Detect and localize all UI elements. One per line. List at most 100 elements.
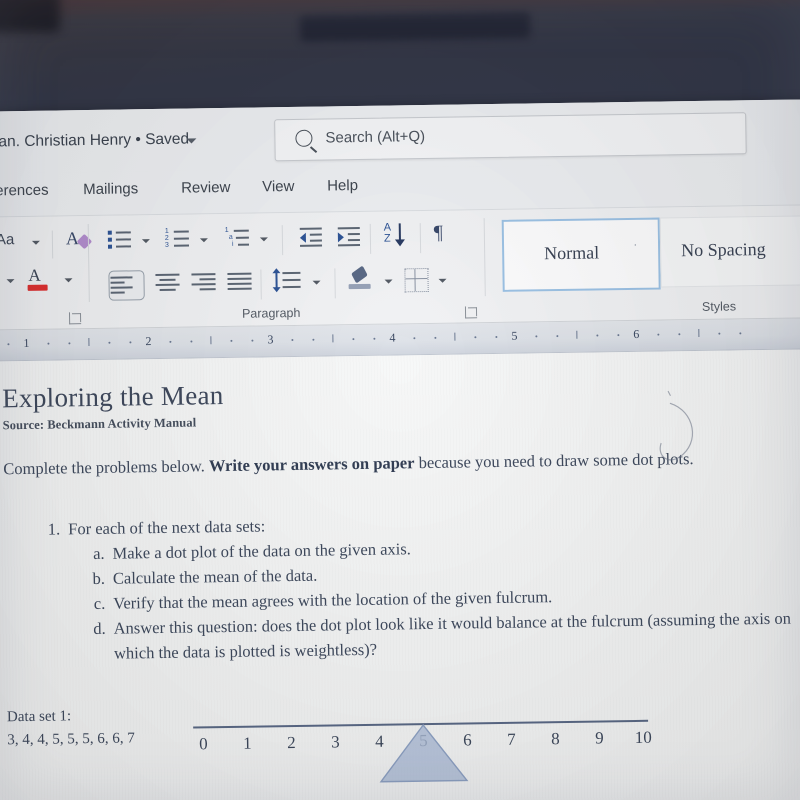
chevron-down-icon[interactable]	[186, 138, 197, 144]
intro-text-before: Complete the problems below.	[3, 456, 210, 479]
data-set-block: Data set 1: 3, 4, 4, 5, 5, 5, 6, 6, 7	[7, 704, 135, 752]
font-group-divider	[87, 224, 90, 303]
tab-mailings[interactable]: Mailings	[83, 180, 138, 198]
ruler-tick	[291, 338, 294, 342]
show-formatting-marks-icon[interactable]: ¶	[434, 222, 443, 245]
ruler-number: 3	[267, 332, 274, 347]
chevron-down-icon[interactable]	[438, 278, 447, 283]
data-set-values: 3, 4, 4, 5, 5, 5, 6, 6, 7	[7, 730, 135, 749]
ruler-tick	[373, 337, 376, 340]
list-item-text: Answer this question: does the dot plot …	[113, 608, 792, 663]
number-line-tick-label: 7	[506, 729, 516, 749]
ruler-tick	[169, 340, 172, 343]
chevron-down-icon[interactable]	[259, 237, 268, 242]
font-color-icon[interactable]: A	[27, 266, 48, 291]
data-set-label: Data set 1:	[6, 708, 72, 726]
multilevel-list-icon[interactable]: 1 a i	[225, 227, 250, 248]
number-line-tick-label: 0	[199, 734, 208, 754]
divider	[260, 269, 262, 300]
ruler-number: 4	[389, 330, 396, 345]
style-no-spacing[interactable]: No Spacing	[659, 215, 800, 288]
ruler-tick	[474, 336, 477, 339]
style-normal[interactable]: Normal ˙	[501, 217, 661, 292]
task-list: 1. For each of the next data sets: a. Ma…	[34, 506, 796, 667]
style-normal-label: Normal	[544, 242, 600, 264]
ruler-tick	[678, 333, 681, 336]
number-line-tick-label: 10	[634, 727, 652, 747]
group-label-paragraph: Paragraph	[241, 305, 301, 321]
change-case-icon[interactable]: Aa	[0, 231, 14, 249]
ruler-tick	[251, 339, 254, 342]
group-label-styles: Styles	[701, 299, 737, 314]
ruler-tick	[413, 337, 416, 340]
align-center-icon[interactable]	[154, 273, 180, 294]
document-title[interactable]: an. Christian Henry • Saved	[0, 131, 189, 152]
word-application-window: an. Christian Henry • Saved Search (Alt+…	[0, 98, 800, 800]
divider	[281, 225, 284, 256]
clear-formatting-icon[interactable]: A	[66, 228, 93, 250]
chevron-down-icon[interactable]	[31, 240, 40, 245]
ruler-tick	[352, 338, 355, 341]
bullets-icon[interactable]	[107, 229, 132, 249]
chevron-down-icon[interactable]	[6, 279, 15, 284]
list-item-marker: c.	[93, 593, 106, 613]
tab-view[interactable]: View	[262, 178, 294, 195]
document-source: Source: Beckmann Activity Manual	[2, 415, 197, 433]
justify-icon[interactable]	[226, 272, 252, 293]
paragraph-dialog-launcher[interactable]	[464, 306, 478, 319]
ruler-number: 5	[511, 328, 518, 343]
shading-icon[interactable]	[348, 265, 374, 294]
ruler-tick	[739, 332, 742, 335]
intro-paragraph: Complete the problems below. Write your …	[3, 445, 793, 482]
borders-icon[interactable]	[404, 267, 429, 293]
increase-indent-icon[interactable]	[337, 226, 362, 247]
line-spacing-icon[interactable]	[272, 268, 302, 294]
ribbon: A Aa A A	[0, 204, 800, 331]
number-line-tick-label: 9	[594, 728, 604, 748]
number-line-tick-label: 3	[330, 732, 340, 752]
decrease-indent-icon[interactable]	[299, 227, 324, 248]
font-dialog-launcher[interactable]	[68, 312, 82, 325]
number-line-figure: 012345678910	[193, 719, 664, 800]
list-item-marker: 1.	[47, 519, 61, 539]
number-line-tick-label: 1	[243, 733, 252, 753]
page-title: Exploring the Mean	[2, 380, 224, 414]
ruler-tick	[47, 342, 50, 345]
search-box[interactable]: Search (Alt+Q)	[274, 112, 747, 162]
align-right-icon[interactable]	[190, 273, 216, 293]
numbering-icon[interactable]: 1 2 3	[165, 228, 190, 249]
ruler-tick	[596, 334, 599, 337]
list-item-marker: d.	[93, 618, 106, 638]
ruler-tick	[7, 343, 10, 346]
tab-review[interactable]: Review	[181, 179, 230, 197]
ruler-tick	[190, 340, 193, 343]
document-page[interactable]: Exploring the Mean Source: Beckmann Acti…	[0, 348, 800, 800]
tab-help[interactable]: Help	[327, 177, 358, 194]
chevron-down-icon[interactable]	[64, 278, 73, 283]
ruler-tick	[657, 333, 660, 336]
ruler-tick	[698, 328, 700, 337]
style-no-spacing-label: No Spacing	[680, 238, 766, 261]
chevron-down-icon[interactable]	[312, 280, 321, 285]
pen-scribble-mark	[659, 390, 694, 461]
tab-references[interactable]: erences	[0, 182, 49, 200]
list-item-marker: a.	[92, 543, 105, 563]
list-item-marker: b.	[92, 568, 106, 588]
paragraph-group-divider	[483, 218, 486, 297]
ruler-tick	[230, 339, 233, 342]
ruler-tick	[332, 334, 334, 343]
ruler-tick	[434, 336, 437, 339]
intro-text-bold: Write your answers on paper	[208, 453, 415, 476]
ruler-tick	[576, 330, 578, 339]
ruler-tick	[312, 338, 315, 341]
ruler-number: 2	[145, 334, 152, 349]
chevron-down-icon[interactable]	[199, 238, 208, 243]
chevron-down-icon[interactable]	[141, 239, 150, 244]
align-left-icon[interactable]	[108, 270, 145, 301]
divider	[51, 230, 54, 259]
divider	[369, 223, 372, 254]
ruler-tick	[535, 335, 538, 338]
ruler-tick	[88, 338, 90, 347]
ruler-tick	[68, 342, 71, 345]
chevron-down-icon[interactable]	[384, 279, 393, 284]
